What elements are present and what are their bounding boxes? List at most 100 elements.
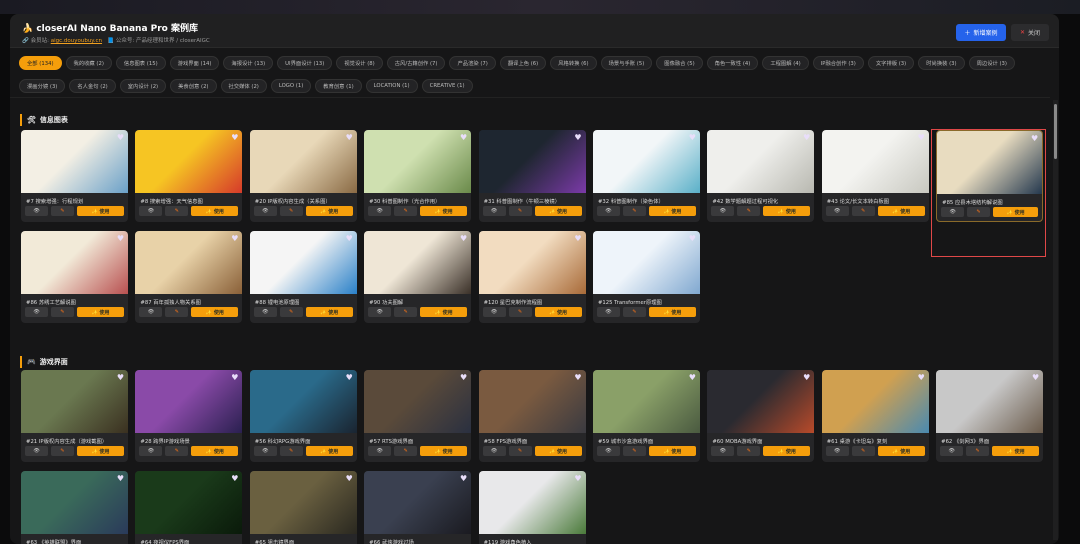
case-card[interactable]: ♥ #42 数学题解题过程可视化 👁 ✎ ✨ 使用 bbox=[707, 130, 815, 222]
edit-button[interactable]: ✎ bbox=[737, 446, 761, 456]
use-button[interactable]: ✨ 使用 bbox=[534, 307, 582, 317]
favorite-heart-icon[interactable]: ♥ bbox=[803, 133, 810, 142]
view-button[interactable]: 👁 bbox=[825, 446, 849, 456]
view-button[interactable]: 👁 bbox=[711, 446, 735, 456]
view-button[interactable]: 👁 bbox=[25, 307, 48, 317]
case-card[interactable]: ♥ #62 《剑网3》界面 👁 ✎ ✨ 使用 bbox=[936, 370, 1044, 462]
favorite-heart-icon[interactable]: ♥ bbox=[574, 474, 581, 483]
case-card[interactable]: ♥ #86 苏绣工艺解说图 👁 ✎ ✨ 使用 bbox=[21, 231, 128, 323]
case-card[interactable]: ♥ #58 FPS游戏界面 👁 ✎ ✨ 使用 bbox=[478, 370, 586, 462]
use-button[interactable]: ✨ 使用 bbox=[191, 446, 239, 456]
case-thumbnail[interactable]: ♥ bbox=[135, 471, 243, 534]
filter-chip[interactable]: 图像融合 (5) bbox=[656, 56, 703, 70]
favorite-heart-icon[interactable]: ♥ bbox=[117, 474, 124, 483]
edit-button[interactable]: ✎ bbox=[279, 307, 303, 317]
filter-chip[interactable]: CREATIVE (1) bbox=[421, 79, 473, 93]
edit-button[interactable]: ✎ bbox=[966, 446, 990, 456]
case-card[interactable]: ♥ #8 搜索增强：天气信息图 👁 ✎ ✨ 使用 bbox=[135, 130, 243, 222]
case-thumbnail[interactable]: ♥ bbox=[135, 370, 243, 433]
filter-chip[interactable]: 时尚换装 (3) bbox=[918, 56, 965, 70]
edit-button[interactable]: ✎ bbox=[622, 206, 646, 216]
filter-chip[interactable]: LOCATION (1) bbox=[365, 79, 418, 93]
edit-button[interactable]: ✎ bbox=[622, 446, 646, 456]
case-card[interactable]: ♥ #20 IP版权内容生成（关系图） 👁 ✎ ✨ 使用 bbox=[249, 130, 357, 222]
case-card[interactable]: ♥ #28 跨界IP游戏场景 👁 ✎ ✨ 使用 bbox=[135, 370, 243, 462]
edit-button[interactable]: ✎ bbox=[622, 307, 646, 317]
case-card[interactable]: ♥ #66 武侠游戏过场 👁✎✨ 使用 bbox=[364, 471, 472, 544]
edit-button[interactable]: ✎ bbox=[51, 446, 74, 456]
filter-chip[interactable]: 古风/古籍创作 (7) bbox=[386, 56, 446, 70]
view-button[interactable]: 👁 bbox=[253, 206, 277, 216]
case-thumbnail[interactable]: ♥ bbox=[21, 130, 128, 193]
use-button[interactable]: ✨ 使用 bbox=[305, 206, 353, 216]
filter-chip[interactable]: 视觉设计 (8) bbox=[336, 56, 383, 70]
case-card[interactable]: ♥ #125 Transformer原理图 👁 ✎ ✨ 使用 bbox=[592, 231, 700, 323]
scrollbar-thumb[interactable] bbox=[1054, 104, 1057, 159]
view-button[interactable]: 👁 bbox=[368, 206, 392, 216]
use-button[interactable]: ✨ 使用 bbox=[534, 446, 582, 456]
close-button[interactable]: ✕ 关闭 bbox=[1011, 24, 1049, 41]
filter-chip[interactable]: 周边设计 (3) bbox=[968, 56, 1015, 70]
use-button[interactable]: ✨ 使用 bbox=[763, 206, 811, 216]
case-thumbnail[interactable]: ♥ bbox=[21, 370, 128, 433]
favorite-heart-icon[interactable]: ♥ bbox=[689, 373, 696, 382]
use-button[interactable]: ✨ 使用 bbox=[420, 307, 468, 317]
case-card[interactable]: ♥ #57 RTS游戏界面 👁 ✎ ✨ 使用 bbox=[364, 370, 472, 462]
case-thumbnail[interactable]: ♥ bbox=[21, 231, 128, 294]
case-thumbnail[interactable]: ♥ bbox=[249, 471, 357, 534]
favorite-heart-icon[interactable]: ♥ bbox=[117, 234, 124, 243]
favorite-heart-icon[interactable]: ♥ bbox=[117, 133, 124, 142]
view-button[interactable]: 👁 bbox=[253, 446, 277, 456]
filter-chip[interactable]: 社交媒体 (2) bbox=[220, 79, 267, 93]
filter-chip[interactable]: 信息图表 (15) bbox=[115, 56, 166, 70]
case-thumbnail[interactable]: ♥ bbox=[707, 130, 815, 193]
use-button[interactable]: ✨ 使用 bbox=[648, 206, 696, 216]
case-card[interactable]: ♥ #87 百年孤独人物关系图 👁 ✎ ✨ 使用 bbox=[135, 231, 243, 323]
case-card[interactable]: ♥ #88 锂电池原理图 👁 ✎ ✨ 使用 bbox=[249, 231, 357, 323]
view-button[interactable]: 👁 bbox=[940, 446, 964, 456]
use-button[interactable]: ✨ 使用 bbox=[191, 206, 239, 216]
case-card[interactable]: ♥ #7 搜索增强：行程规划 👁 ✎ ✨ 使用 bbox=[21, 130, 128, 222]
case-thumbnail[interactable]: ♥ bbox=[249, 370, 357, 433]
view-button[interactable]: 👁 bbox=[25, 446, 48, 456]
favorite-heart-icon[interactable]: ♥ bbox=[574, 373, 581, 382]
view-button[interactable]: 👁 bbox=[596, 206, 620, 216]
view-button[interactable]: 👁 bbox=[139, 446, 163, 456]
filter-chip[interactable]: IP融合创作 (3) bbox=[812, 56, 864, 70]
edit-button[interactable]: ✎ bbox=[851, 446, 875, 456]
case-thumbnail[interactable]: ♥ bbox=[478, 471, 586, 534]
favorite-heart-icon[interactable]: ♥ bbox=[231, 234, 238, 243]
favorite-heart-icon[interactable]: ♥ bbox=[460, 133, 467, 142]
use-button[interactable]: ✨ 使用 bbox=[420, 206, 468, 216]
view-button[interactable]: 👁 bbox=[482, 446, 506, 456]
use-button[interactable]: ✨ 使用 bbox=[191, 307, 239, 317]
favorite-heart-icon[interactable]: ♥ bbox=[346, 234, 353, 243]
favorite-heart-icon[interactable]: ♥ bbox=[689, 234, 696, 243]
view-button[interactable]: 👁 bbox=[482, 307, 506, 317]
case-thumbnail[interactable]: ♥ bbox=[364, 231, 472, 294]
case-card[interactable]: ♥ #32 科普图制作（染色体） 👁 ✎ ✨ 使用 bbox=[592, 130, 700, 222]
favorite-heart-icon[interactable]: ♥ bbox=[918, 133, 925, 142]
edit-button[interactable]: ✎ bbox=[394, 446, 418, 456]
use-button[interactable]: ✨ 使用 bbox=[305, 307, 353, 317]
case-card[interactable]: ♥ #63 《英雄联盟》界面 👁✎✨ 使用 bbox=[21, 471, 128, 544]
case-card[interactable]: ♥ #119 游戏角色植入 👁✎✨ 使用 bbox=[478, 471, 586, 544]
edit-button[interactable]: ✎ bbox=[394, 307, 418, 317]
edit-button[interactable]: ✎ bbox=[394, 206, 418, 216]
use-button[interactable]: ✨ 使用 bbox=[877, 446, 925, 456]
view-button[interactable]: 👁 bbox=[825, 206, 849, 216]
favorite-heart-icon[interactable]: ♥ bbox=[231, 373, 238, 382]
filter-chip[interactable]: 美食创意 (2) bbox=[170, 79, 217, 93]
edit-button[interactable]: ✎ bbox=[51, 307, 74, 317]
use-button[interactable]: ✨ 使用 bbox=[77, 206, 124, 216]
edit-button[interactable]: ✎ bbox=[279, 446, 303, 456]
edit-button[interactable]: ✎ bbox=[851, 206, 875, 216]
filter-chip[interactable]: 室内设计 (2) bbox=[119, 79, 167, 93]
edit-button[interactable]: ✎ bbox=[508, 307, 532, 317]
view-button[interactable]: 👁 bbox=[596, 307, 620, 317]
favorite-heart-icon[interactable]: ♥ bbox=[574, 234, 581, 243]
filter-chip[interactable]: UI界面设计 (13) bbox=[277, 56, 333, 70]
favorite-heart-icon[interactable]: ♥ bbox=[803, 373, 810, 382]
case-card[interactable]: ♥ #59 城市沙盒游戏界面 👁 ✎ ✨ 使用 bbox=[592, 370, 700, 462]
favorite-heart-icon[interactable]: ♥ bbox=[117, 373, 124, 382]
